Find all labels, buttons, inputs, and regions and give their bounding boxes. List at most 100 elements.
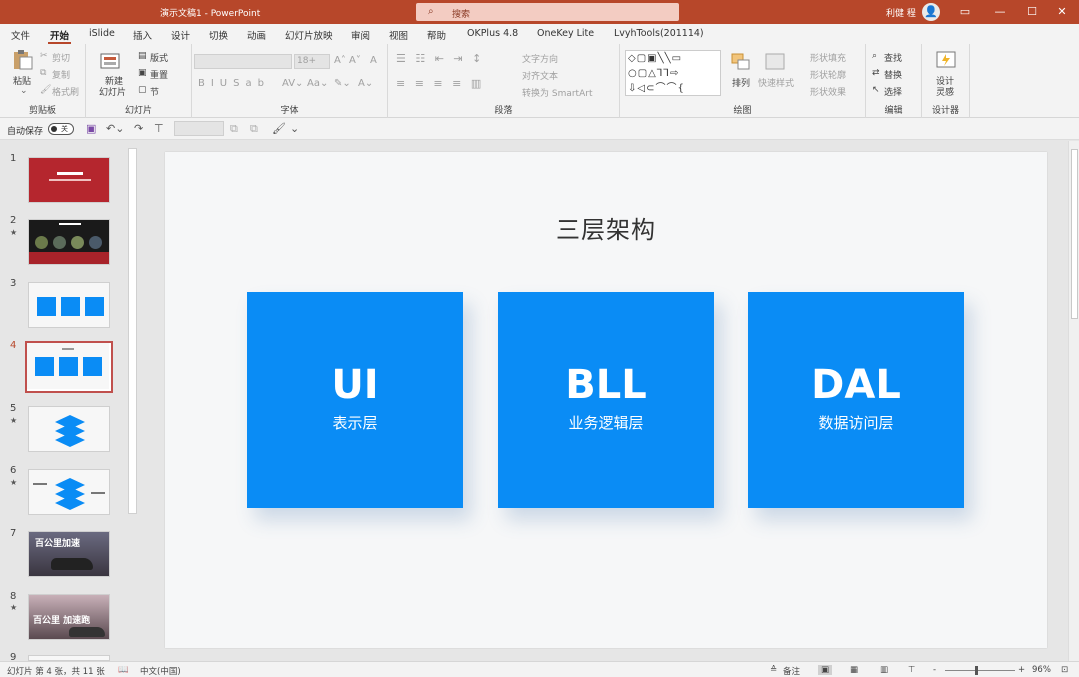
tab-home[interactable]: 开始 [47, 28, 72, 44]
tab-insert[interactable]: 插入 [133, 28, 152, 42]
normal-view-icon[interactable]: ▣ [818, 665, 833, 675]
tab-okplus[interactable]: OKPlus 4.8 [467, 28, 518, 39]
tab-islide[interactable]: iSlide [89, 28, 115, 39]
spellcheck-icon[interactable]: 📖 [118, 665, 129, 675]
quick-styles-icon[interactable] [764, 52, 786, 72]
quick-styles-button[interactable]: 快速样式 [758, 76, 794, 89]
cut-button[interactable]: 剪切 [52, 51, 70, 64]
tab-review[interactable]: 审阅 [351, 28, 370, 42]
user-name[interactable]: 利健 程 [886, 6, 916, 19]
copy-button[interactable]: 复制 [52, 68, 70, 81]
ribbon-display-icon[interactable]: ▭ [955, 3, 975, 21]
shape-fill-button[interactable]: 形状填充 [810, 51, 846, 64]
reset-button[interactable]: 重置 [150, 68, 168, 81]
scrollbar-thumb[interactable] [1071, 149, 1078, 319]
slide-thumbnail-1[interactable] [28, 157, 110, 203]
start-slideshow-icon[interactable]: ⊤ [154, 122, 164, 135]
search-box[interactable]: ⌕ 搜索 [416, 3, 679, 21]
layout-icon[interactable]: ▤ [138, 51, 147, 61]
char-spacing-icon[interactable]: AV⌄ [282, 78, 303, 89]
font-style-icons[interactable]: BIUSab [198, 78, 270, 89]
shape-effects-button[interactable]: 形状效果 [810, 85, 846, 98]
grow-font-icon[interactable]: A˄ A˅ [334, 55, 361, 66]
select-icon[interactable]: ↖ [872, 85, 880, 95]
tab-animations[interactable]: 动画 [247, 28, 266, 42]
tab-help[interactable]: 帮助 [427, 28, 446, 42]
customize-qat-icon[interactable]: ⌄ [290, 122, 299, 135]
slide-thumbnail-5[interactable] [28, 406, 110, 452]
card-bll[interactable]: BLL 业务逻辑层 [498, 292, 714, 508]
design-ideas-icon[interactable] [935, 50, 957, 70]
arrange-icon[interactable] [730, 52, 752, 72]
section-button[interactable]: 节 [150, 85, 159, 98]
align-text-button[interactable]: 对齐文本 [522, 69, 558, 82]
autosave-toggle[interactable]: 关 [48, 123, 74, 135]
slide-thumbnail-7[interactable]: 百公里加速 [28, 531, 110, 577]
text-direction-button[interactable]: 文字方向 [522, 52, 558, 65]
arrange-button[interactable]: 排列 [732, 76, 750, 89]
replace-button[interactable]: 替换 [884, 68, 902, 81]
cut-icon[interactable]: ✂ [40, 51, 48, 61]
paste-dropdown-icon[interactable]: ⌄ [20, 86, 28, 96]
reading-view-icon[interactable]: ▥ [880, 665, 888, 675]
find-icon[interactable]: ⌕ [872, 51, 877, 61]
slide-thumbnail-8[interactable]: 百公里 加速跑 [28, 594, 110, 640]
slideshow-view-icon[interactable]: ⊤ [908, 665, 915, 675]
layout-button[interactable]: 版式 [150, 51, 168, 64]
tab-onekey[interactable]: OneKey Lite [537, 28, 594, 39]
tab-transitions[interactable]: 切换 [209, 28, 228, 42]
avatar[interactable]: 👤 [922, 3, 940, 21]
zoom-slider[interactable] [945, 670, 1015, 671]
slide-thumbnail-6[interactable] [28, 469, 110, 515]
zoom-in-button[interactable]: + [1018, 665, 1025, 675]
tab-file[interactable]: 文件 [11, 28, 30, 42]
card-dal[interactable]: DAL 数据访问层 [748, 292, 964, 508]
qat-copy-icon[interactable]: ⧉ [250, 122, 258, 136]
smartart-button[interactable]: 转换为 SmartArt [522, 86, 592, 99]
slide-sorter-icon[interactable]: ▦ [850, 665, 858, 675]
format-painter-button[interactable]: 格式刷 [52, 85, 79, 98]
notes-icon[interactable]: ≙ [770, 665, 777, 675]
reset-icon[interactable]: ▣ [138, 68, 147, 78]
save-icon[interactable]: ▣ [86, 122, 96, 135]
new-slide-icon[interactable] [100, 50, 122, 70]
font-color-icon[interactable]: A⌄ [358, 78, 373, 89]
slide-thumbnail-3[interactable] [28, 282, 110, 328]
new-slide-label[interactable]: 幻灯片 [99, 85, 126, 98]
qat-font-box[interactable] [174, 121, 224, 136]
copy-icon[interactable]: ⧉ [40, 68, 46, 78]
replace-icon[interactable]: ⇄ [872, 68, 880, 78]
notes-button[interactable]: 备注 [783, 665, 800, 677]
tab-design[interactable]: 设计 [171, 28, 190, 42]
highlight-icon[interactable]: ✎⌄ [334, 78, 351, 89]
minimize-icon[interactable]: — [990, 3, 1010, 21]
slide-thumbnail-2[interactable] [28, 219, 110, 265]
format-painter-icon[interactable]: 🖌 [40, 85, 51, 95]
qat-brush-icon[interactable]: 🖌 [272, 122, 286, 135]
card-ui[interactable]: UI 表示层 [247, 292, 463, 508]
slides-panel-scrollbar[interactable] [128, 148, 137, 514]
find-button[interactable]: 查找 [884, 51, 902, 64]
align-icons[interactable]: ≡ ≡ ≡ ≡ ▥ [396, 77, 484, 90]
paste-icon[interactable] [11, 50, 33, 70]
clear-format-icon[interactable]: A [370, 55, 377, 66]
slide-thumbnail-4[interactable] [25, 341, 113, 393]
fit-slide-icon[interactable]: ⊡ [1061, 665, 1068, 675]
list-icons[interactable]: ☰ ☷ ⇤ ⇥ ↕ [396, 52, 484, 65]
shapes-gallery[interactable]: ◇▢▣╲╲▭ ○▢△⅂⅂⇨ ⇩◁⊂⌒⌒{ [625, 50, 721, 96]
zoom-out-button[interactable]: - [933, 665, 936, 675]
maximize-icon[interactable]: ☐ [1022, 3, 1042, 21]
close-icon[interactable]: ✕ [1052, 3, 1072, 21]
zoom-slider-handle[interactable] [975, 666, 978, 675]
tab-lvyhtools[interactable]: LvyhTools(201114) [614, 28, 704, 39]
tab-slideshow[interactable]: 幻灯片放映 [285, 28, 333, 42]
section-icon[interactable]: ▢ [138, 85, 147, 95]
change-case-icon[interactable]: Aa⌄ [307, 78, 328, 89]
design-ideas-label[interactable]: 灵感 [936, 85, 954, 98]
redo-icon[interactable]: ↷ [134, 122, 143, 135]
slide-scrollbar[interactable] [1068, 141, 1079, 661]
undo-icon[interactable]: ↶⌄ [106, 122, 124, 135]
slide-title[interactable]: 三层架构 [165, 210, 1047, 245]
zoom-level[interactable]: 96% [1032, 665, 1051, 675]
font-name-box[interactable] [194, 54, 292, 69]
